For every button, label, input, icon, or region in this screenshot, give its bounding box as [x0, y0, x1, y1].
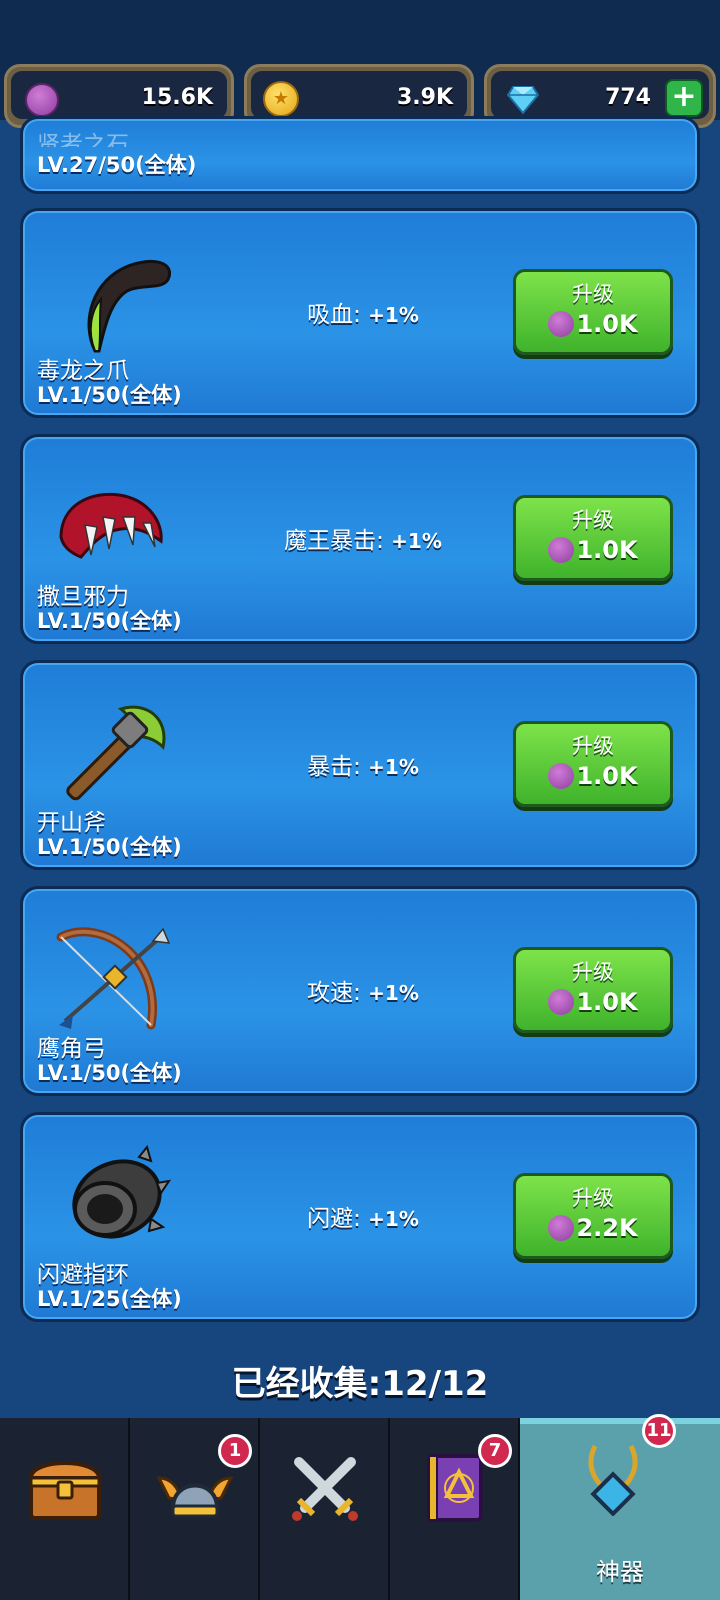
add-diamond-button[interactable]: +: [665, 79, 703, 117]
artifact-effect: 闪避: +1%: [183, 1199, 543, 1233]
upgrade-label: 升级: [572, 734, 614, 758]
artifact-name: 贤者之石: [37, 132, 129, 147]
upgrade-cost: 1.0K: [516, 310, 670, 338]
upgrade-cost-value: 2.2K: [576, 1214, 638, 1242]
currency-purple-value: 15.6K: [141, 85, 213, 110]
currency-gold-value: 3.9K: [396, 85, 453, 110]
effect-label: 暴击:: [307, 754, 361, 780]
upgrade-button[interactable]: 升级 1.0K: [513, 269, 673, 355]
artifact-card: 吸血: +1% 升级 1.0K 毒龙之爪 LV.1/50(全体): [20, 208, 700, 418]
artifact-level: LV.1/25(全体): [37, 1287, 182, 1311]
upgrade-cost: 1.0K: [516, 762, 670, 790]
bottom-nav: 1 7 11 神器: [0, 1414, 720, 1600]
upgrade-cost-value: 1.0K: [576, 310, 638, 338]
purple-gem-coin-icon: [548, 537, 575, 563]
ring-icon: [72, 1144, 171, 1239]
effect-value: +1%: [368, 981, 419, 1005]
artifact-effect: 攻速: +1%: [183, 973, 543, 1007]
nav-tab-artifacts[interactable]: 11 神器: [520, 1414, 720, 1600]
nav-tab-treasure[interactable]: [0, 1418, 130, 1600]
nav-tab-spellbook[interactable]: 7: [390, 1418, 520, 1600]
currency-diamond-value: 774: [605, 85, 651, 110]
artifact-level: LV.1/50(全体): [37, 383, 182, 407]
bow-icon: [56, 927, 171, 1030]
artifact-card: 魔王暴击: +1% 升级 1.0K 撒旦邪力 LV.1/50(全体): [20, 434, 700, 644]
artifact-level: LV.1/50(全体): [37, 1061, 182, 1085]
effect-value: +1%: [391, 529, 442, 553]
diamond-icon: [507, 86, 539, 115]
nav-label-artifacts: 神器: [596, 1558, 644, 1586]
notification-badge: 1: [218, 1434, 252, 1468]
upgrade-label: 升级: [572, 1186, 614, 1210]
upgrade-label: 升级: [572, 960, 614, 984]
purple-gem-coin-icon: [548, 1215, 575, 1241]
upgrade-button[interactable]: 升级 1.0K: [513, 495, 673, 581]
effect-label: 魔王暴击:: [284, 528, 384, 554]
artifact-effect: 暴击: +1%: [183, 747, 543, 781]
artifact-card: 攻速: +1% 升级 1.0K 鹰角弓 LV.1/50(全体): [20, 886, 700, 1096]
upgrade-label: 升级: [572, 508, 614, 532]
artifact-card: 闪避: +1% 升级 2.2K 闪避指环 LV.1/25(全体): [20, 1112, 700, 1322]
purple-gem-coin-icon: [548, 763, 575, 789]
nav-tab-hero[interactable]: 1: [130, 1418, 260, 1600]
effect-label: 闪避:: [307, 1206, 361, 1232]
artifact-effect: 魔王暴击: +1%: [183, 521, 543, 555]
crossed-swords-icon: [292, 1457, 358, 1521]
effect-label: 吸血:: [307, 302, 361, 328]
upgrade-button[interactable]: 升级 1.0K: [513, 721, 673, 807]
purple-gem-coin-icon: [548, 989, 575, 1015]
effect-value: +1%: [368, 755, 419, 779]
axe-icon: [66, 705, 166, 801]
artifact-level: LV.1/50(全体): [37, 835, 182, 859]
upgrade-button[interactable]: 升级 1.0K: [513, 947, 673, 1033]
upgrade-button[interactable]: 升级 2.2K: [513, 1173, 673, 1259]
nav-tab-battle[interactable]: [260, 1418, 390, 1600]
notification-badge: 11: [642, 1414, 676, 1448]
effect-value: +1%: [368, 1207, 419, 1231]
artifact-effect: 吸血: +1%: [183, 295, 543, 329]
purple-gem-coin-icon: [548, 311, 575, 337]
artifact-card-partial: 贤者之石 LV.27/50(全体): [20, 116, 700, 194]
collected-count: 已经收集:12/12: [231, 1364, 489, 1404]
claw-icon: [87, 260, 171, 353]
notification-badge: 7: [478, 1434, 512, 1468]
upgrade-cost-value: 1.0K: [576, 988, 638, 1016]
gold-coin-icon: ★: [263, 81, 299, 117]
upgrade-cost-value: 1.0K: [576, 536, 638, 564]
amulet-icon: [588, 1444, 638, 1516]
upgrade-label: 升级: [572, 282, 614, 306]
artifact-level: LV.1/50(全体): [37, 609, 182, 633]
upgrade-cost: 2.2K: [516, 1214, 670, 1242]
artifact-card: 暴击: +1% 升级 1.0K 开山斧 LV.1/50(全体): [20, 660, 700, 870]
demon-jaw-icon: [59, 492, 163, 559]
treasure-chest-icon: [28, 1461, 102, 1520]
upgrade-cost: 1.0K: [516, 988, 670, 1016]
upgrade-cost-value: 1.0K: [576, 762, 638, 790]
upgrade-cost: 1.0K: [516, 536, 670, 564]
effect-label: 攻速:: [307, 980, 361, 1006]
artifact-level: LV.27/50(全体): [37, 153, 197, 177]
purple-gem-coin-icon: [25, 83, 59, 117]
effect-value: +1%: [368, 303, 419, 327]
